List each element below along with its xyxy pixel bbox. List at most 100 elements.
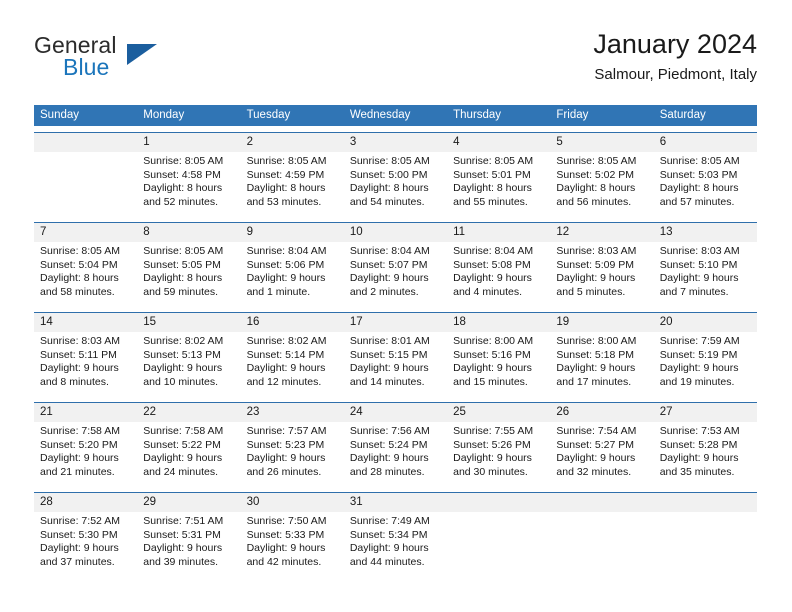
sunset-text: Sunset: 4:59 PM	[246, 168, 325, 181]
page-title: January 2024	[593, 29, 757, 59]
day-number[interactable]: 31	[344, 493, 447, 512]
sunrise-text: Sunrise: 7:50 AM	[246, 515, 327, 527]
day-number[interactable]	[447, 493, 550, 512]
sunrise-text: Sunrise: 8:02 AM	[246, 335, 327, 347]
daylight-text: Daylight: 9 hours	[349, 452, 429, 465]
daylight-text-cont: and 58 minutes.	[40, 285, 115, 298]
daylight-text: Daylight: 9 hours	[556, 452, 636, 465]
daylight-text-cont: and 5 minutes.	[556, 285, 626, 298]
daylight-text: Daylight: 9 hours	[453, 272, 532, 285]
day-details-row: Sunrise: 8:05 AM Sunset: 5:04 PM Dayligh…	[34, 242, 757, 306]
sunset-text: Sunset: 5:08 PM	[453, 258, 531, 271]
daylight-text-cont: and 17 minutes.	[556, 375, 632, 388]
daylight-text-cont: and 30 minutes.	[453, 465, 528, 478]
day-number[interactable]: 19	[550, 313, 653, 332]
day-number[interactable]: 5	[550, 133, 653, 152]
sunset-text: Sunset: 5:09 PM	[556, 258, 635, 271]
day-number[interactable]: 16	[241, 313, 344, 332]
sunrise-text: Sunrise: 8:03 AM	[40, 335, 120, 347]
day-number[interactable]: 14	[34, 313, 137, 332]
sunset-text: Sunset: 5:28 PM	[659, 438, 738, 451]
day-number[interactable]: 8	[137, 223, 240, 242]
title-block: January 2024 Salmour, Piedmont, Italy	[593, 28, 757, 85]
day-number[interactable]: 21	[34, 403, 137, 422]
daylight-text: Daylight: 9 hours	[556, 362, 636, 375]
sunrise-text: Sunrise: 8:00 AM	[453, 335, 534, 347]
day-number[interactable]: 17	[344, 313, 447, 332]
day-number[interactable]: 30	[241, 493, 344, 512]
day-number[interactable]	[654, 493, 757, 512]
day-number[interactable]: 13	[654, 223, 757, 242]
day-number[interactable]: 6	[654, 133, 757, 152]
day-number[interactable]: 24	[344, 403, 447, 422]
calendar-grid: Sunday Monday Tuesday Wednesday Thursday…	[34, 105, 757, 576]
sunrise-text: Sunrise: 7:55 AM	[453, 425, 534, 437]
day-number[interactable]	[34, 133, 137, 152]
day-number[interactable]: 11	[447, 223, 550, 242]
sunrise-text: Sunrise: 8:05 AM	[246, 155, 327, 167]
daylight-text: Daylight: 9 hours	[453, 452, 532, 465]
sunrise-text: Sunrise: 8:05 AM	[40, 245, 120, 257]
sunset-text: Sunset: 5:19 PM	[659, 348, 738, 361]
day-number[interactable]: 27	[654, 403, 757, 422]
daylight-text: Daylight: 9 hours	[246, 272, 326, 285]
daylight-text-cont: and 1 minute.	[246, 285, 311, 298]
weekday-header-thursday: Thursday	[453, 109, 502, 121]
daylight-text-cont: and 8 minutes.	[40, 375, 109, 388]
day-number[interactable]: 2	[241, 133, 344, 152]
day-number[interactable]: 23	[241, 403, 344, 422]
day-cell: Sunrise: 8:03 AM Sunset: 5:09 PM Dayligh…	[550, 242, 653, 306]
sunset-text: Sunset: 5:01 PM	[453, 168, 531, 181]
daylight-text-cont: and 28 minutes.	[349, 465, 425, 478]
day-number[interactable]: 12	[550, 223, 653, 242]
daylight-text-cont: and 26 minutes.	[246, 465, 322, 478]
day-number[interactable]: 22	[137, 403, 240, 422]
daylight-text: Daylight: 9 hours	[659, 362, 739, 375]
sunset-text: Sunset: 5:15 PM	[349, 348, 428, 361]
day-number[interactable]: 4	[447, 133, 550, 152]
day-cell: Sunrise: 8:04 AM Sunset: 5:06 PM Dayligh…	[241, 242, 344, 306]
day-number[interactable]: 15	[137, 313, 240, 332]
sunrise-text: Sunrise: 7:56 AM	[349, 425, 430, 437]
daylight-text-cont: and 19 minutes.	[659, 375, 735, 388]
daylight-text-cont: and 2 minutes.	[349, 285, 419, 298]
sunrise-text: Sunrise: 8:01 AM	[349, 335, 430, 347]
sunset-text: Sunset: 5:34 PM	[349, 528, 428, 541]
day-number-row: 7 8 9 10 11 12 13	[34, 223, 757, 242]
daylight-text: Daylight: 9 hours	[40, 362, 119, 375]
sunset-text: Sunset: 5:14 PM	[246, 348, 325, 361]
sunrise-text: Sunrise: 8:02 AM	[143, 335, 224, 347]
day-number[interactable]	[550, 493, 653, 512]
day-cell: Sunrise: 8:05 AM Sunset: 4:59 PM Dayligh…	[241, 152, 344, 216]
logo-triangle-icon	[127, 44, 157, 65]
sunrise-text: Sunrise: 7:52 AM	[40, 515, 120, 527]
daylight-text-cont: and 55 minutes.	[453, 195, 528, 208]
day-cell: Sunrise: 8:05 AM Sunset: 5:01 PM Dayligh…	[447, 152, 550, 216]
day-number[interactable]: 7	[34, 223, 137, 242]
daylight-text-cont: and 54 minutes.	[349, 195, 425, 208]
day-number[interactable]: 3	[344, 133, 447, 152]
day-cell: Sunrise: 8:00 AM Sunset: 5:18 PM Dayligh…	[550, 332, 653, 396]
day-cell: Sunrise: 8:03 AM Sunset: 5:11 PM Dayligh…	[34, 332, 137, 396]
sunrise-text: Sunrise: 7:58 AM	[143, 425, 224, 437]
sunset-text: Sunset: 5:26 PM	[453, 438, 531, 451]
day-number[interactable]: 18	[447, 313, 550, 332]
day-number[interactable]: 25	[447, 403, 550, 422]
day-number[interactable]: 9	[241, 223, 344, 242]
sunset-text: Sunset: 5:10 PM	[659, 258, 738, 271]
day-number[interactable]: 29	[137, 493, 240, 512]
sunset-text: Sunset: 5:07 PM	[349, 258, 428, 271]
day-number[interactable]: 10	[344, 223, 447, 242]
day-number-row: 14 15 16 17 18 19 20	[34, 313, 757, 332]
daylight-text-cont: and 57 minutes.	[659, 195, 735, 208]
sunrise-text: Sunrise: 7:59 AM	[659, 335, 740, 347]
day-number[interactable]: 26	[550, 403, 653, 422]
day-number-row: 28 29 30 31	[34, 493, 757, 512]
day-number[interactable]: 1	[137, 133, 240, 152]
day-number[interactable]: 28	[34, 493, 137, 512]
day-number[interactable]: 20	[654, 313, 757, 332]
weekday-header-row: Sunday Monday Tuesday Wednesday Thursday…	[34, 105, 757, 126]
daylight-text-cont: and 52 minutes.	[143, 195, 218, 208]
day-cell: Sunrise: 8:05 AM Sunset: 5:00 PM Dayligh…	[344, 152, 447, 216]
daylight-text: Daylight: 9 hours	[349, 542, 429, 555]
